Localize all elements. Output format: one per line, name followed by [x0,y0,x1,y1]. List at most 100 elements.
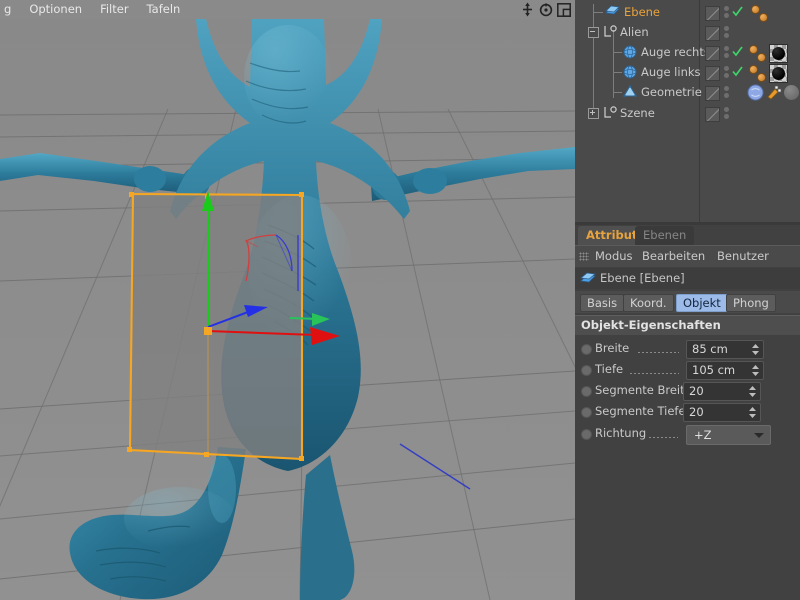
spinner-arrows-icon[interactable] [749,386,756,397]
property-row-breite: Breite 85 cm [575,338,800,359]
attribute-tab-bar: Attribute Ebenen [575,225,800,245]
cinema4d-window: g Optionen Filter Tafeln Ebene Alien Aug… [0,0,800,600]
hatched-square-icon[interactable] [705,6,720,21]
tab-objekt[interactable]: Objekt [676,294,728,312]
object-row-alien[interactable]: Alien [575,22,800,42]
render-visibility-dot-icon[interactable] [724,33,729,38]
menu-item-optionen[interactable]: Optionen [20,0,91,19]
render-visibility-dot-icon[interactable] [724,13,729,18]
breite-input[interactable]: 85 cm [686,340,764,359]
richtung-value: +Z [694,428,712,442]
editor-visibility-dot-icon[interactable] [724,46,729,51]
hatched-square-icon[interactable] [705,107,720,122]
object-name-label: Geometrie [641,85,702,99]
object-tag-icon[interactable] [751,5,760,14]
plane-object-icon [605,5,620,21]
tab-koord[interactable]: Koord. [623,294,674,312]
editor-visibility-dot-icon[interactable] [724,6,729,11]
object-row-auge-rechts[interactable]: Auge rechts [575,42,800,63]
property-bullet-icon[interactable] [581,407,592,418]
maximize-viewport-icon[interactable] [557,2,571,17]
render-visibility-dot-icon[interactable] [724,93,729,98]
menu-item-filter[interactable]: Filter [91,0,137,19]
render-visibility-dot-icon[interactable] [724,73,729,78]
property-row-tiefe: Tiefe 105 cm [575,359,800,380]
material-tag-thumbnail[interactable] [747,84,764,104]
tab-basis[interactable]: Basis [580,294,625,312]
viewport-render [0,19,575,600]
tree-line-stub [613,52,622,53]
plane-object-selected [127,192,304,461]
tab-ebenen[interactable]: Ebenen [635,226,695,245]
attribute-object-header: Ebene [Ebene] [575,268,800,289]
object-tag-icon[interactable] [757,73,766,82]
expand-expander-icon[interactable] [588,108,599,119]
menu-item-benutzer[interactable]: Benutzer [717,246,769,267]
spinner-arrows-icon[interactable] [752,365,759,376]
section-title: Objekt-Eigenschaften [581,318,721,332]
property-label: Tiefe [595,362,624,376]
tree-line-stub [613,92,622,93]
object-manager[interactable]: Ebene Alien Auge rechts Auge links Geome… [575,0,800,225]
material-tag-thumbnail[interactable] [769,64,788,83]
hatched-square-icon[interactable] [705,66,720,81]
render-visibility-dot-icon[interactable] [724,114,729,119]
object-tag-icon[interactable] [757,53,766,62]
tab-phong[interactable]: Phong [726,294,776,312]
object-row-geometrie[interactable]: Geometrie [575,82,800,102]
property-label: Segmente Breite [595,383,692,397]
editor-visibility-dot-icon[interactable] [724,26,729,31]
green-check-icon[interactable] [732,66,743,77]
object-row-ebene[interactable]: Ebene [575,2,800,22]
collapse-expander-icon[interactable] [588,27,599,38]
sphere-object-icon [623,65,637,82]
polygon-object-icon [623,85,637,100]
material-preview-thumb[interactable] [784,85,799,100]
object-row-szene[interactable]: Szene [575,103,800,123]
null-object-icon [603,106,617,123]
green-check-icon[interactable] [732,46,743,57]
rotate-icon[interactable] [539,2,553,17]
hatched-square-icon[interactable] [705,86,720,101]
phong-tag-icon[interactable] [766,84,783,104]
sphere-object-icon [623,45,637,62]
segmente-tiefe-value: 20 [689,405,704,419]
menu-item-bearbeiten[interactable]: Bearbeiten [642,246,705,267]
drag-grip-icon[interactable] [579,252,589,261]
material-tag-thumbnail[interactable] [769,44,788,63]
chevron-down-icon [754,433,764,438]
editor-visibility-dot-icon[interactable] [724,66,729,71]
green-check-icon[interactable] [732,6,743,17]
tree-line-stub [593,12,603,13]
property-row-segmente-tiefe: Segmente Tiefe 20 [575,401,800,422]
tiefe-value: 105 cm [692,363,736,377]
menu-item-tafeln[interactable]: Tafeln [138,0,190,19]
3d-viewport[interactable] [0,19,575,600]
segmente-tiefe-input[interactable]: 20 [683,403,761,422]
menu-item-g[interactable]: g [0,0,20,19]
property-bullet-icon[interactable] [581,365,592,376]
segmente-breite-input[interactable]: 20 [683,382,761,401]
editor-visibility-dot-icon[interactable] [724,107,729,112]
spinner-arrows-icon[interactable] [752,344,759,355]
tiefe-input[interactable]: 105 cm [686,361,764,380]
object-tag-icon[interactable] [759,13,768,22]
object-tag-icon[interactable] [749,45,758,54]
editor-visibility-dot-icon[interactable] [724,86,729,91]
hatched-square-icon[interactable] [705,26,720,41]
property-bullet-icon[interactable] [581,344,592,355]
null-object-icon [603,25,617,42]
dot-leader [637,352,679,353]
hatched-square-icon[interactable] [705,46,720,61]
object-name-label: Auge links [641,65,701,79]
property-bullet-icon[interactable] [581,429,592,440]
move-axis-icon[interactable] [520,2,535,17]
spinner-arrows-icon[interactable] [749,407,756,418]
richtung-dropdown[interactable]: +Z [686,425,771,445]
property-bullet-icon[interactable] [581,386,592,397]
render-visibility-dot-icon[interactable] [724,53,729,58]
menu-item-modus[interactable]: Modus [595,246,633,267]
segmente-breite-value: 20 [689,384,704,398]
object-row-auge-links[interactable]: Auge links [575,62,800,83]
object-tag-icon[interactable] [749,65,758,74]
